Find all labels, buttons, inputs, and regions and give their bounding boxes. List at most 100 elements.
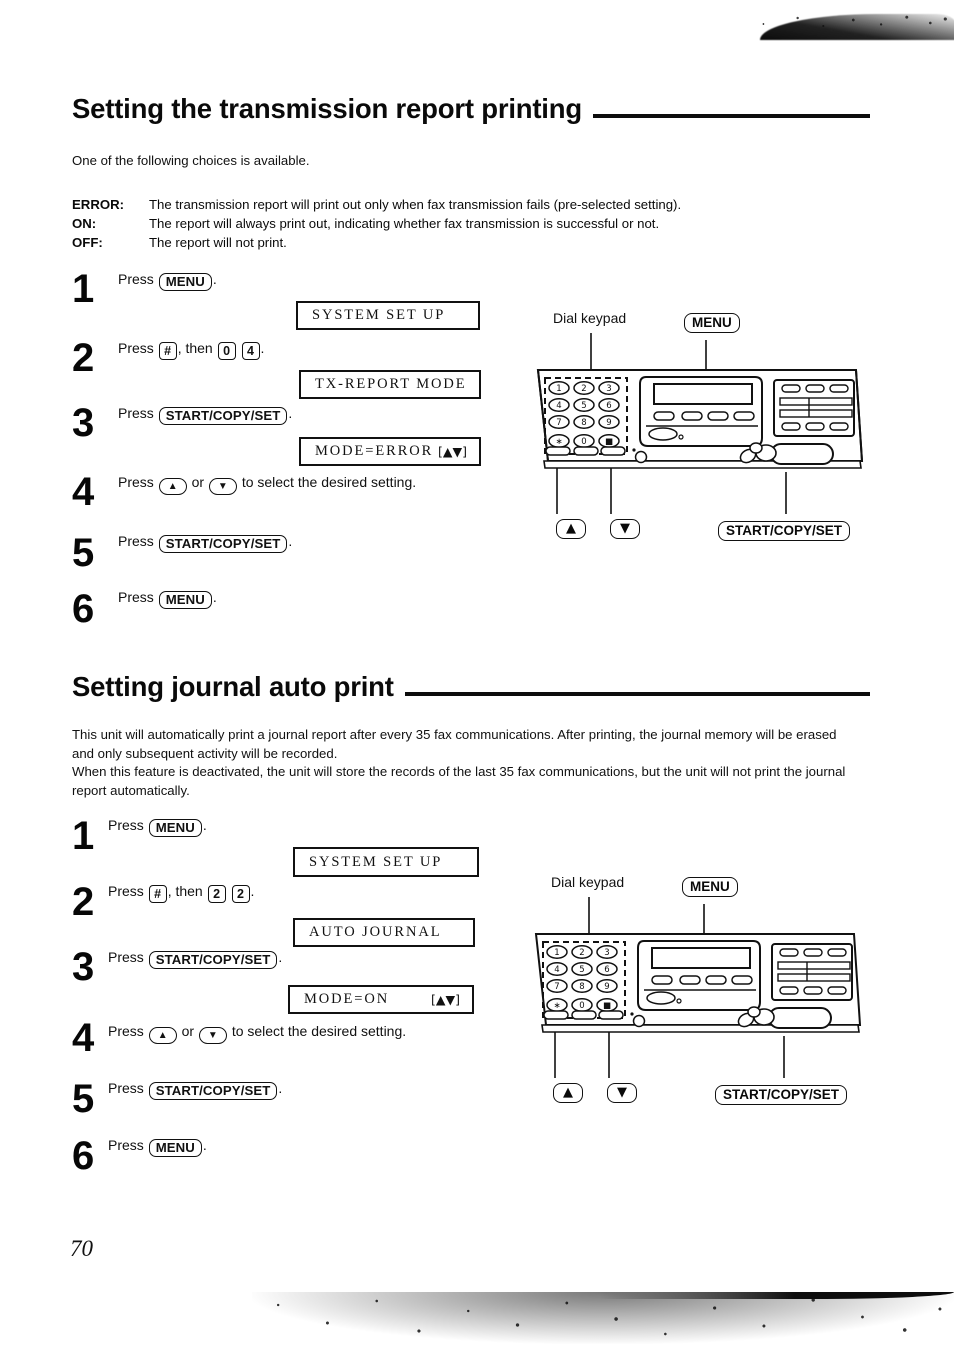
down-arrow-key: ▼ bbox=[198, 1027, 227, 1044]
up-arrow-callout-1: ▲ bbox=[556, 519, 586, 539]
document-page: Setting the transmission report printing… bbox=[0, 0, 954, 1349]
choice-row-off: OFF: The report will not print. bbox=[72, 233, 862, 252]
svg-text:1: 1 bbox=[554, 948, 559, 958]
press-label: Press bbox=[118, 589, 154, 605]
page-number: 70 bbox=[70, 1236, 93, 1261]
press-label: Press bbox=[118, 271, 154, 287]
press-label: Press bbox=[118, 405, 154, 421]
section-2-intro: This unit will automatically print a jou… bbox=[72, 727, 846, 798]
step-tail: . bbox=[202, 1137, 207, 1153]
or-label: or bbox=[181, 1023, 195, 1039]
svg-text:2: 2 bbox=[581, 384, 586, 394]
hash-key: # bbox=[148, 885, 167, 903]
digit-key-0: 0 bbox=[217, 342, 236, 360]
fax-control-panel-diagram-1: 1 2 3 4 5 6 7 8 9 ∗ 0 ■ bbox=[536, 333, 864, 514]
section-2-heading: Setting journal auto print bbox=[72, 673, 870, 701]
digit-key-2b: 2 bbox=[231, 885, 250, 903]
menu-button bbox=[705, 975, 727, 985]
svg-text:0: 0 bbox=[579, 1001, 584, 1011]
lcd-arrows: [▲▼] bbox=[431, 992, 460, 1007]
step-tail: . bbox=[212, 589, 217, 605]
down-arrow-callout-1: ▼ bbox=[610, 519, 640, 539]
section-1-heading: Setting the transmission report printing bbox=[72, 95, 870, 123]
lcd-display-auto-journal: AUTO JOURNAL bbox=[293, 918, 475, 947]
press-label: Press bbox=[108, 1137, 144, 1153]
up-arrow-key: ▲ bbox=[158, 478, 187, 495]
step-number-2-1: 1 bbox=[72, 814, 94, 858]
panel-lower-left-buttons bbox=[543, 1010, 624, 1020]
svg-text:4: 4 bbox=[554, 965, 559, 975]
choice-row-error: ERROR: The transmission report will prin… bbox=[72, 195, 862, 214]
up-arrow-key: ▲ bbox=[148, 1027, 177, 1044]
step-tail: . bbox=[202, 817, 207, 833]
menu-key: MENU bbox=[158, 273, 212, 291]
lcd-text: SYSTEM SET UP bbox=[309, 853, 443, 870]
step-text-2-3: Press START/COPY/SET. bbox=[108, 950, 282, 969]
scan-artifact-top-speckle bbox=[742, 12, 954, 32]
hash-key: # bbox=[158, 342, 177, 360]
step-number-1-2: 2 bbox=[72, 336, 94, 380]
step-number-1-5: 5 bbox=[72, 531, 94, 575]
step-number-2-6: 6 bbox=[72, 1134, 94, 1178]
svg-text:2: 2 bbox=[579, 948, 584, 958]
svg-text:7: 7 bbox=[556, 418, 561, 428]
step-text-2-2: Press #, then 2 2. bbox=[108, 884, 254, 903]
section-1-intro: One of the following choices is availabl… bbox=[72, 153, 310, 168]
lcd-text: AUTO JOURNAL bbox=[309, 924, 442, 940]
lcd-text: MODE=ON bbox=[304, 991, 390, 1007]
section-2-title: Setting journal auto print bbox=[72, 671, 394, 702]
press-label: Press bbox=[118, 474, 154, 490]
svg-text:8: 8 bbox=[581, 418, 586, 428]
start-copy-set-callout-2: START/COPY/SET bbox=[715, 1085, 848, 1105]
choices-list: ERROR: The transmission report will prin… bbox=[72, 195, 862, 252]
scan-artifact-bottom-speckle bbox=[250, 1294, 954, 1344]
step-tail: to select the desired setting. bbox=[241, 474, 417, 490]
lcd-display-mode-error: MODE=ERROR [▲▼] bbox=[299, 437, 481, 466]
step-text-1-3: Press START/COPY/SET. bbox=[118, 406, 292, 425]
lcd-arrows: [▲▼] bbox=[438, 444, 467, 459]
step-tail: . bbox=[250, 883, 255, 899]
step-text-2-6: Press MENU. bbox=[108, 1138, 207, 1157]
svg-text:3: 3 bbox=[604, 948, 609, 958]
svg-text:5: 5 bbox=[581, 401, 586, 411]
press-label: Press bbox=[108, 1023, 144, 1039]
step-tail: . bbox=[212, 271, 217, 287]
lcd-text: MODE=ERROR bbox=[315, 443, 434, 459]
panel-round-button bbox=[634, 450, 648, 464]
step-number-1-4: 4 bbox=[72, 470, 94, 514]
svg-text:∗: ∗ bbox=[553, 1001, 560, 1011]
digit-key-4: 4 bbox=[241, 342, 260, 360]
down-arrow-key: ▼ bbox=[208, 478, 237, 495]
svg-text:5: 5 bbox=[579, 965, 584, 975]
lcd-screen bbox=[653, 383, 753, 405]
step-text-1-2: Press #, then 0 4. bbox=[118, 341, 264, 360]
menu-key: MENU bbox=[148, 1139, 202, 1157]
start-copy-set-key: START/COPY/SET bbox=[158, 535, 288, 553]
press-label: Press bbox=[108, 817, 144, 833]
svg-text:3: 3 bbox=[606, 384, 611, 394]
svg-text:9: 9 bbox=[606, 418, 611, 428]
start-copy-set-key: START/COPY/SET bbox=[148, 1082, 278, 1100]
step-text-1-5: Press START/COPY/SET. bbox=[118, 534, 292, 553]
choice-desc-error: The transmission report will print out o… bbox=[149, 197, 682, 212]
panel-oval-button bbox=[648, 427, 678, 441]
step-number-2-4: 4 bbox=[72, 1016, 94, 1060]
down-arrow-callout-2: ▼ bbox=[607, 1083, 637, 1103]
start-copy-set-key: START/COPY/SET bbox=[158, 407, 288, 425]
lcd-text: SYSTEM SET UP bbox=[312, 307, 446, 323]
svg-text:6: 6 bbox=[604, 965, 609, 975]
digit-key-2a: 2 bbox=[207, 885, 226, 903]
step-mid: , then bbox=[167, 883, 203, 899]
svg-text:7: 7 bbox=[554, 982, 559, 992]
step-text-2-4: Press ▲ or ▼ to select the desired setti… bbox=[108, 1024, 406, 1044]
lcd-display-system-set-up: SYSTEM SET UP bbox=[296, 301, 480, 330]
lcd-display-tx-report-mode: TX-REPORT MODE bbox=[299, 370, 481, 399]
step-text-1-6: Press MENU. bbox=[118, 590, 217, 609]
choice-term-on: ON: bbox=[72, 216, 97, 231]
section-2-rule bbox=[404, 691, 870, 696]
svg-text:1: 1 bbox=[556, 384, 561, 394]
svg-text:6: 6 bbox=[606, 401, 611, 411]
svg-text:0: 0 bbox=[581, 437, 586, 447]
choice-row-on: ON: The report will always print out, in… bbox=[72, 214, 862, 233]
menu-key: MENU bbox=[148, 819, 202, 837]
